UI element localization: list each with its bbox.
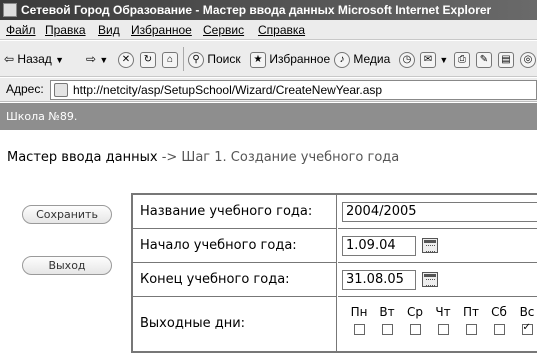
history-icon: ◷ [399, 51, 415, 68]
back-arrow-icon: ⇦ [4, 52, 15, 66]
address-url: http://netcity/asp/SetupSchool/Wizard/Cr… [73, 83, 383, 97]
messenger-button[interactable]: ◎ [520, 50, 536, 68]
weekday-fri: Пт [458, 305, 484, 335]
weekday-label: Вс [519, 305, 535, 319]
print-button[interactable]: ⎙ [454, 50, 470, 68]
wizard-arrow: -> [157, 150, 182, 165]
wizard-step: Шаг 1. Создание учебного года [181, 150, 400, 165]
mail-button[interactable]: ✉ ▼ [420, 50, 448, 68]
year-end-input[interactable]: 31.08.05 [342, 270, 416, 290]
home-button[interactable]: ⌂ [162, 50, 178, 68]
exit-button[interactable]: Выход [22, 256, 112, 275]
wizard-title: Мастер ввода данных [7, 150, 158, 165]
edit-button[interactable]: ✎ [476, 50, 492, 68]
weekday-label: Ср [407, 305, 423, 319]
menu-file[interactable]: Файл [6, 20, 36, 40]
ie-app-icon [3, 3, 17, 17]
mail-icon: ✉ [420, 51, 436, 68]
page-title: Мастер ввода данных -> Шаг 1. Создание у… [7, 150, 399, 165]
weekday-label: Пт [462, 305, 479, 319]
year-end-label: Конец учебного года: [133, 263, 337, 297]
address-input[interactable]: http://netcity/asp/SetupSchool/Wizard/Cr… [50, 80, 537, 100]
forward-arrow-icon: ⇨ [86, 52, 97, 66]
weekday-checkbox[interactable] [493, 324, 505, 335]
window-title-bar[interactable]: Сетевой Город Образование - Мастер ввода… [0, 0, 537, 20]
year-end-cell: 31.08.05 [338, 263, 537, 297]
weekday-checkbox[interactable] [521, 322, 533, 335]
menu-edit[interactable]: Правка [45, 20, 86, 40]
forward-dropdown-icon[interactable]: ▼ [99, 55, 108, 65]
favorites-icon: ★ [250, 51, 266, 68]
weekday-thu: Чт [430, 305, 456, 335]
year-start-input[interactable]: 1.09.04 [342, 236, 416, 256]
menu-bar: Файл Правка Вид Избранное Сервис Справка [0, 20, 537, 40]
home-icon: ⌂ [162, 51, 178, 68]
address-bar: Адрес: http://netcity/asp/SetupSchool/Wi… [0, 78, 537, 102]
media-label: Медиа [353, 52, 391, 66]
toolbar-separator [183, 47, 184, 71]
favorites-button[interactable]: ★ Избранное [250, 50, 330, 68]
weekday-label: Чт [435, 305, 451, 319]
refresh-icon: ↻ [140, 51, 156, 68]
days-off-cell: Пн Вт Ср Чт Пт Сб Вс ✓ [338, 297, 537, 351]
school-name: Школа №89. [6, 110, 78, 123]
menu-favorites[interactable]: Избранное [131, 20, 192, 40]
mail-dropdown-icon[interactable]: ▼ [439, 55, 448, 65]
weekday-mon: Пн [346, 305, 372, 335]
year-name-cell: 2004/2005 [338, 195, 537, 229]
back-label: Назад [17, 52, 52, 66]
toolbar: ⇦ Назад ▼ ⇨ ▼ ✕ ↻ ⌂ ⚲ Поиск ★ Избранное … [0, 41, 537, 77]
messenger-icon: ◎ [520, 51, 536, 68]
media-icon: ♪ [334, 51, 350, 68]
stop-button[interactable]: ✕ [118, 50, 134, 68]
back-dropdown-icon[interactable]: ▼ [55, 55, 64, 65]
weekday-sun: Вс [514, 305, 537, 335]
page-icon [54, 83, 68, 97]
year-form: Название учебного года: 2004/2005 Начало… [131, 193, 537, 353]
refresh-button[interactable]: ↻ [140, 50, 156, 68]
year-name-label: Название учебного года: [133, 195, 337, 229]
weekday-label: Пн [350, 305, 368, 319]
address-label: Адрес: [6, 82, 44, 96]
year-start-label: Начало учебного года: [133, 229, 337, 263]
weekday-sat: Сб [486, 305, 512, 335]
media-button[interactable]: ♪ Медиа [334, 50, 390, 68]
menu-tools[interactable]: Сервис [203, 20, 244, 40]
favorites-label: Избранное [269, 52, 331, 66]
menu-view[interactable]: Вид [98, 20, 120, 40]
search-label: Поиск [207, 52, 241, 66]
weekday-tue: Вт [374, 305, 400, 335]
edit-icon: ✎ [476, 51, 492, 68]
history-button[interactable]: ◷ [399, 50, 415, 68]
weekday-label: Сб [491, 305, 507, 319]
discuss-icon: ▤ [498, 51, 514, 68]
search-button[interactable]: ⚲ Поиск [188, 50, 241, 68]
save-button[interactable]: Сохранить [22, 205, 112, 224]
stop-icon: ✕ [118, 51, 134, 68]
menu-help[interactable]: Справка [258, 20, 305, 40]
weekday-checkbox[interactable] [437, 324, 449, 335]
discuss-button[interactable]: ▤ [498, 50, 514, 68]
days-off-label: Выходные дни: [133, 297, 337, 351]
back-button[interactable]: ⇦ Назад ▼ [4, 50, 64, 68]
calendar-icon[interactable] [422, 238, 438, 253]
weekday-checkbox[interactable] [409, 324, 421, 335]
weekday-label: Вт [379, 305, 395, 319]
print-icon: ⎙ [454, 51, 470, 68]
forward-button[interactable]: ⇨ ▼ [86, 50, 108, 68]
school-header: Школа №89. [0, 103, 537, 130]
year-start-cell: 1.09.04 [338, 229, 537, 263]
window-title: Сетевой Город Образование - Мастер ввода… [21, 3, 492, 17]
year-name-input[interactable]: 2004/2005 [342, 202, 537, 222]
weekday-wed: Ср [402, 305, 428, 335]
weekday-checkbox[interactable] [381, 324, 393, 335]
calendar-icon[interactable] [422, 272, 438, 287]
search-icon: ⚲ [188, 51, 204, 68]
weekday-checkbox[interactable] [353, 324, 365, 335]
weekday-checkbox[interactable] [465, 324, 477, 335]
